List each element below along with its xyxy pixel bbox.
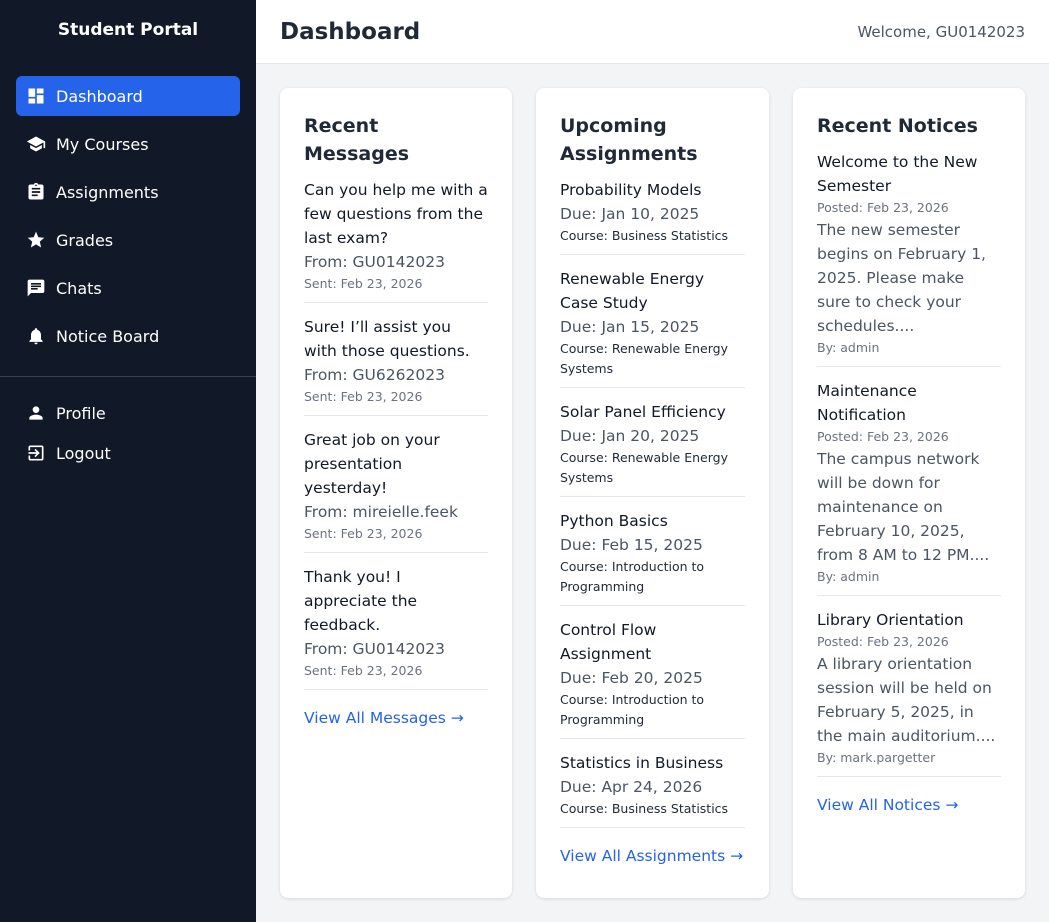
- assignment-item[interactable]: Python Basics Due: Feb 15, 2025 Course: …: [560, 509, 745, 606]
- message-sender: From: mireielle.feek: [304, 503, 458, 521]
- assignment-item[interactable]: Probability Models Due: Jan 10, 2025 Cou…: [560, 178, 745, 255]
- message-item[interactable]: Great job on your presentation yesterday…: [304, 428, 488, 553]
- account-nav: Profile Logout: [0, 393, 256, 473]
- view-all-notices-link[interactable]: View All Notices →: [817, 793, 958, 817]
- assignment-course: Course: Renewable Energy Systems: [560, 450, 728, 485]
- recent-notices-card: Recent Notices Welcome to the New Semest…: [793, 88, 1025, 898]
- message-item[interactable]: Thank you! I appreciate the feedback. Fr…: [304, 565, 488, 690]
- notice-item[interactable]: Library Orientation Posted: Feb 23, 2026…: [817, 608, 1001, 777]
- school-icon: [26, 134, 46, 154]
- assignment-title: Renewable Energy Case Study: [560, 270, 705, 312]
- sidebar-item-label: My Courses: [56, 134, 149, 154]
- brand-title: Student Portal: [57, 20, 199, 40]
- sidebar-item-my-courses[interactable]: My Courses: [16, 124, 240, 164]
- assignment-due-date: Due: Feb 20, 2025: [560, 669, 703, 687]
- notice-item[interactable]: Maintenance Notification Posted: Feb 23,…: [817, 379, 1001, 596]
- sidebar-item-logout[interactable]: Logout: [16, 433, 240, 473]
- sidebar-item-dashboard[interactable]: Dashboard: [16, 76, 240, 116]
- notice-body: The new semester begins on February 1, 2…: [817, 221, 986, 335]
- message-sender: From: GU6262023: [304, 366, 445, 384]
- view-all-assignments-link[interactable]: View All Assignments →: [560, 844, 743, 868]
- assignment-course: Course: Renewable Energy Systems: [560, 341, 728, 376]
- sidebar-item-label: Chats: [56, 278, 102, 298]
- assignment-item[interactable]: Statistics in Business Due: Apr 24, 2026…: [560, 751, 745, 828]
- logout-icon: [26, 443, 46, 463]
- assignment-title: Solar Panel Efficiency: [560, 403, 726, 421]
- message-text: Great job on your presentation yesterday…: [304, 431, 440, 497]
- welcome-text: Welcome, GU0142023: [857, 22, 1025, 41]
- card-title: Upcoming Assignments: [560, 115, 698, 165]
- assignment-course: Course: Introduction to Programming: [560, 692, 705, 727]
- recent-messages-card: Recent Messages Can you help me with a f…: [280, 88, 512, 898]
- sidebar-item-grades[interactable]: Grades: [16, 220, 240, 260]
- message-sender: From: GU0142023: [304, 253, 445, 271]
- top-bar: Dashboard Welcome, GU0142023: [256, 0, 1049, 64]
- sidebar-item-label: Assignments: [56, 182, 159, 202]
- chat-icon: [26, 278, 46, 298]
- sidebar-item-chats[interactable]: Chats: [16, 268, 240, 308]
- sidebar: Student Portal Dashboard My Courses Assi…: [0, 0, 256, 922]
- assignment-course: Course: Introduction to Programming: [560, 559, 705, 594]
- sidebar-item-label: Dashboard: [56, 86, 143, 106]
- notice-title: Library Orientation: [817, 611, 964, 629]
- notice-author: By: mark.pargetter: [817, 750, 936, 765]
- notice-title: Maintenance Notification: [817, 382, 917, 424]
- person-icon: [26, 403, 46, 423]
- assignment-due-date: Due: Feb 15, 2025: [560, 536, 703, 554]
- main-nav: Dashboard My Courses Assignments Grades …: [0, 64, 256, 356]
- star-icon: [26, 230, 46, 250]
- message-sent-date: Sent: Feb 23, 2026: [304, 526, 423, 541]
- assignment-title: Python Basics: [560, 512, 668, 530]
- sidebar-item-notice-board[interactable]: Notice Board: [16, 316, 240, 356]
- assignment-course: Course: Business Statistics: [560, 228, 729, 243]
- assignment-due-date: Due: Apr 24, 2026: [560, 778, 703, 796]
- sidebar-divider: [0, 376, 256, 377]
- assignment-item[interactable]: Control Flow Assignment Due: Feb 20, 202…: [560, 618, 745, 739]
- notice-author: By: admin: [817, 340, 880, 355]
- message-text: Can you help me with a few questions fro…: [304, 181, 488, 247]
- sidebar-item-label: Grades: [56, 230, 114, 250]
- message-item[interactable]: Sure! I’ll assist you with those questio…: [304, 315, 488, 416]
- message-sent-date: Sent: Feb 23, 2026: [304, 389, 423, 404]
- assignment-title: Probability Models: [560, 181, 702, 199]
- sidebar-item-label: Profile: [56, 403, 106, 423]
- message-text: Sure! I’ll assist you with those questio…: [304, 318, 470, 360]
- assignment-due-date: Due: Jan 10, 2025: [560, 205, 700, 223]
- assignment-title: Control Flow Assignment: [560, 621, 657, 663]
- card-title: Recent Notices: [817, 115, 978, 137]
- sidebar-item-assignments[interactable]: Assignments: [16, 172, 240, 212]
- card-title: Recent Messages: [304, 115, 410, 165]
- sidebar-item-label: Logout: [56, 443, 111, 463]
- notice-item[interactable]: Welcome to the New Semester Posted: Feb …: [817, 150, 1001, 367]
- sidebar-item-label: Notice Board: [56, 326, 160, 346]
- assignment-icon: [26, 182, 46, 202]
- message-text: Thank you! I appreciate the feedback.: [304, 568, 418, 634]
- message-item[interactable]: Can you help me with a few questions fro…: [304, 178, 488, 303]
- sidebar-item-profile[interactable]: Profile: [16, 393, 240, 433]
- upcoming-assignments-card: Upcoming Assignments Probability Models …: [536, 88, 769, 898]
- dashboard-icon: [26, 86, 46, 106]
- assignment-course: Course: Business Statistics: [560, 801, 729, 816]
- message-sender: From: GU0142023: [304, 640, 445, 658]
- notice-body: A library orientation session will be he…: [817, 655, 996, 745]
- notice-posted-date: Posted: Feb 23, 2026: [817, 429, 949, 444]
- assignment-item[interactable]: Solar Panel Efficiency Due: Jan 20, 2025…: [560, 400, 745, 497]
- assignment-due-date: Due: Jan 20, 2025: [560, 427, 700, 445]
- assignment-title: Statistics in Business: [560, 754, 724, 772]
- view-all-messages-link[interactable]: View All Messages →: [304, 706, 464, 730]
- message-sent-date: Sent: Feb 23, 2026: [304, 276, 423, 291]
- notice-body: The campus network will be down for main…: [817, 450, 990, 564]
- notice-title: Welcome to the New Semester: [817, 153, 978, 195]
- bell-icon: [26, 326, 46, 346]
- assignment-item[interactable]: Renewable Energy Case Study Due: Jan 15,…: [560, 267, 745, 388]
- notice-posted-date: Posted: Feb 23, 2026: [817, 634, 949, 649]
- message-sent-date: Sent: Feb 23, 2026: [304, 663, 423, 678]
- notice-posted-date: Posted: Feb 23, 2026: [817, 200, 949, 215]
- page-title: Dashboard: [280, 18, 421, 45]
- notice-author: By: admin: [817, 569, 880, 584]
- assignment-due-date: Due: Jan 15, 2025: [560, 318, 700, 336]
